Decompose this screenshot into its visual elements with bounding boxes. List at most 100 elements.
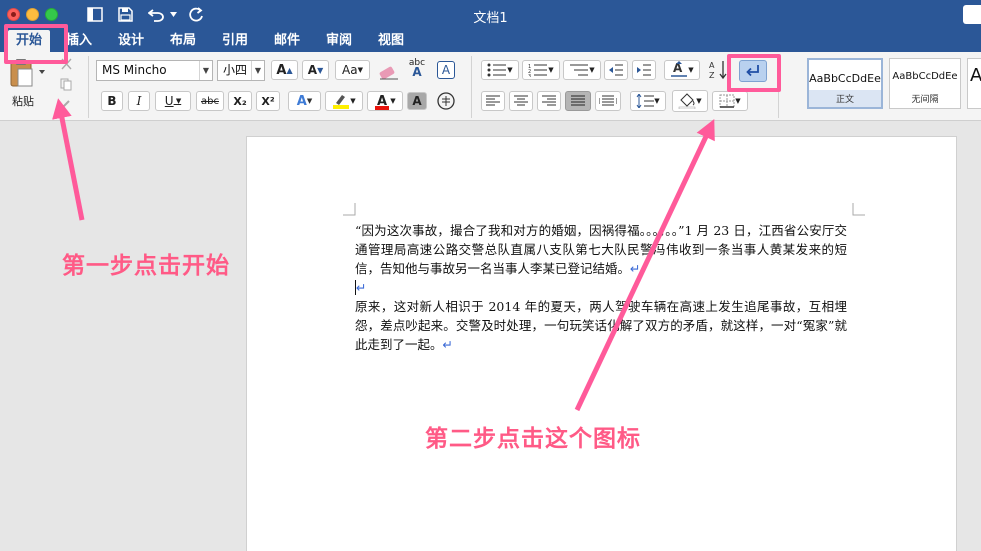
char-border-button[interactable]: A [437,61,455,79]
borders-button[interactable]: ▼ [712,91,748,111]
chevron-down-icon: ▼ [251,61,264,80]
style-normal-sample: AaBbCcDdEe [809,72,881,85]
document-page[interactable]: “因为这次事故，撮合了我和对方的婚姻，因祸得福。。。。。。”1 月 23 日，江… [246,136,957,551]
paragraph-mark: ↵ [356,280,367,295]
chevron-down-icon: ▼ [199,61,212,80]
paragraph-2: ↵ [355,278,847,297]
ribbon-tabs: 开始 插入 设计 布局 引用 邮件 审阅 视图 [0,30,981,52]
line-spacing-button[interactable]: ▼ [630,91,666,111]
align-left-icon [486,95,500,106]
char-border-label: A [441,63,451,77]
distributed-button[interactable] [595,91,621,111]
style-heading[interactable]: A [967,58,981,109]
char-shading-button[interactable]: A [407,92,427,110]
bullets-button[interactable]: ▼ [481,60,519,80]
underline-label: U [164,94,174,108]
paste-label: 粘贴 [12,95,34,108]
tab-view[interactable]: 视图 [378,32,404,50]
italic-button[interactable]: I [128,91,150,111]
decrease-indent-icon [609,64,623,76]
style-normal[interactable]: AaBbCcDdEe 正文 [807,58,883,109]
tab-review[interactable]: 审阅 [326,32,352,50]
tab-design[interactable]: 设计 [118,32,144,50]
justify-button[interactable] [565,91,591,111]
multilevel-list-icon [570,64,589,76]
font-size-value: 小四 [223,63,248,77]
numbered-list-icon: 123 [528,64,548,77]
align-center-icon [514,95,528,106]
highlight-box-home-tab [4,24,68,64]
arrow-to-home-tab [52,98,85,221]
asian-layout-icon: A [671,61,688,77]
strikethrough-button[interactable]: abc [196,91,224,111]
shading-button[interactable]: ▼ [672,90,708,112]
ribbon-separator [88,56,89,118]
highlight-box-paragraph-mark [727,54,781,92]
align-center-button[interactable] [509,91,533,111]
style-normal-label: 正文 [809,90,881,107]
annotation-step-1: 第一步点击开始 [62,253,230,279]
justify-icon [571,95,585,106]
change-case-button[interactable]: Aa ▼ [335,60,370,80]
style-no-spacing[interactable]: AaBbCcDdEe 无间隔 [889,58,961,109]
ribbon-home: 粘贴 MS Mincho ▼ 小四 ▼ A ▲ A ▼ Aa ▼ abc A A B I… [0,52,981,121]
style-no-spacing-label: 无间隔 [911,95,939,105]
clear-formatting-icon[interactable] [376,61,402,81]
bold-button[interactable]: B [101,91,123,111]
numbering-button[interactable]: 1 2 3 ▼ [522,60,560,80]
enclose-char-icon [437,92,455,110]
asian-layout-button[interactable]: A ▼ [664,60,700,80]
format-painter-icon[interactable] [60,98,73,111]
increase-indent-icon [637,64,651,76]
paragraph-3: 原来，这对新人相识于 2014 年的夏天，两人驾驶车辆在高速上发生追尾事故，互相… [355,297,847,354]
copy-icon[interactable] [60,78,73,91]
distributed-icon [599,95,617,106]
font-name-select[interactable]: MS Mincho ▼ [96,60,213,81]
style-no-spacing-sample: AaBbCcDdEe [892,71,958,82]
decrease-indent-button[interactable] [604,60,628,80]
align-right-button[interactable] [537,91,561,111]
margin-corner-top-left [343,203,356,216]
style-heading-sample: A [968,65,981,86]
tab-mailings[interactable]: 邮件 [274,32,300,50]
paragraph-1-text: “因为这次事故，撮合了我和对方的婚姻，因祸得福。。。。。。”1 月 23 日，江… [355,223,847,276]
paint-bucket-icon [679,93,696,109]
ribbon-separator [471,56,472,118]
enclose-char-button[interactable] [433,91,459,111]
align-right-icon [542,95,556,106]
tab-insert[interactable]: 插入 [66,32,92,50]
align-left-button[interactable] [481,91,505,111]
underline-button[interactable]: U ▼ [155,91,191,111]
tab-references[interactable]: 引用 [222,32,248,50]
svg-text:3: 3 [528,74,531,77]
increase-indent-button[interactable] [632,60,656,80]
font-name-value: MS Mincho [102,63,167,77]
window-title: 文档1 [473,11,508,26]
shrink-font-button[interactable]: A ▼ [302,60,329,80]
svg-text:Z: Z [709,71,715,80]
superscript-button[interactable]: X² [256,91,280,111]
font-size-select[interactable]: 小四 ▼ [217,60,265,81]
change-case-label: Aa [342,63,358,77]
tab-layout[interactable]: 布局 [170,32,196,50]
phonetic-guide-button[interactable]: abc A [404,58,430,79]
paste-dropdown-icon[interactable] [39,70,46,75]
svg-text:A: A [709,61,715,70]
subscript-button[interactable]: X₂ [228,91,252,111]
borders-icon [719,94,735,108]
paragraph-mark: ↵ [630,261,641,276]
paragraph-mark: ↵ [442,337,453,352]
font-color-icon: A [375,94,390,110]
paragraph-3-text: 原来，这对新人相识于 2014 年的夏天，两人驾驶车辆在高速上发生追尾事故，互相… [355,299,847,352]
title-bar: 文档1 [0,0,981,30]
annotation-step-2: 第二步点击这个图标 [425,426,641,452]
grow-font-button[interactable]: A ▲ [271,60,298,80]
line-spacing-icon [636,94,655,108]
multilevel-list-button[interactable]: ▼ [563,60,601,80]
bullet-list-icon [487,63,507,77]
font-color-button[interactable]: A ▼ [367,91,403,111]
highlight-button[interactable]: ▼ [325,91,363,111]
paragraph-1: “因为这次事故，撮合了我和对方的婚姻，因祸得福。。。。。。”1 月 23 日，江… [355,221,847,278]
search-input[interactable] [963,5,981,24]
text-effects-button[interactable]: A ▼ [288,91,321,111]
